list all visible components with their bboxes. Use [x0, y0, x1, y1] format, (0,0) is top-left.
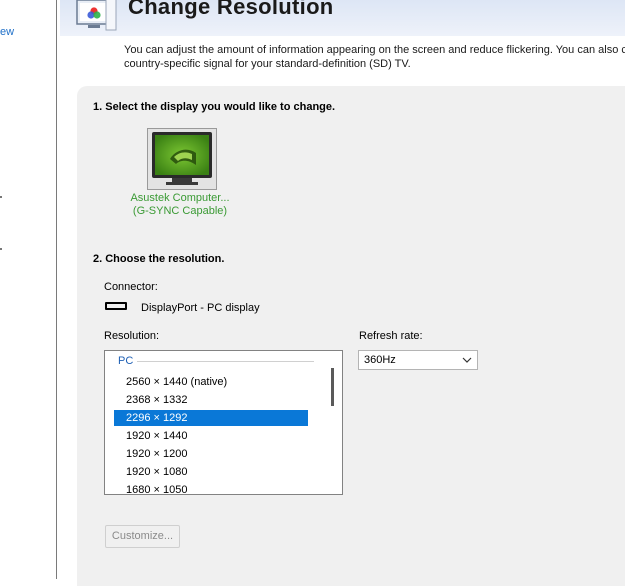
resolution-item[interactable]: 1680 × 1050: [114, 482, 308, 494]
display-name: Asustek Computer...: [130, 192, 230, 204]
step2-heading: 2. Choose the resolution.: [93, 253, 225, 265]
nav-bullet: [0, 196, 2, 198]
resolution-item-selected[interactable]: 2296 × 1292: [114, 410, 308, 426]
resolution-item[interactable]: 2368 × 1332: [114, 392, 308, 408]
list-scrollbar-thumb[interactable]: [331, 368, 334, 406]
nav-bullet: [0, 248, 2, 250]
display-card[interactable]: [147, 128, 217, 190]
display-caption: Asustek Computer... (G-SYNC Capable): [120, 192, 240, 218]
description-line: You can adjust the amount of information…: [124, 44, 625, 56]
resolution-item[interactable]: 1920 × 1440: [114, 428, 308, 444]
page-description: You can adjust the amount of information…: [124, 43, 625, 71]
step1-heading: 1. Select the display you would like to …: [93, 101, 336, 113]
resolution-item[interactable]: 1920 × 1080: [114, 464, 308, 480]
display-settings-icon: [76, 0, 117, 31]
chevron-down-icon: [462, 357, 472, 363]
customize-button[interactable]: Customize...: [105, 525, 180, 548]
page-header: Change Resolution: [60, 0, 625, 36]
resolution-item[interactable]: 2560 × 1440 (native): [114, 374, 308, 390]
refresh-rate-dropdown[interactable]: 360Hz: [358, 350, 478, 370]
display-subtitle: (G-SYNC Capable): [132, 205, 228, 217]
resolution-list[interactable]: PC 2560 × 1440 (native) 2368 × 1332 2296…: [104, 350, 343, 495]
refresh-rate-value: 360Hz: [364, 354, 396, 366]
displayport-icon: [105, 302, 127, 310]
resolution-item[interactable]: 1920 × 1200: [114, 446, 308, 462]
nav-link-view[interactable]: ew: [0, 26, 14, 38]
connector-value: DisplayPort - PC display: [141, 302, 260, 314]
resolution-label: Resolution:: [104, 330, 160, 342]
refresh-rate-label: Refresh rate:: [359, 330, 423, 342]
connector-label: Connector:: [104, 281, 158, 293]
navigation-panel: ew: [0, 0, 57, 579]
description-line: country-specific signal for your standar…: [124, 58, 411, 70]
resolution-group-header: PC: [118, 355, 134, 367]
group-divider: [137, 361, 314, 362]
nvidia-monitor-icon: [152, 132, 212, 185]
page-title: Change Resolution: [128, 0, 334, 19]
